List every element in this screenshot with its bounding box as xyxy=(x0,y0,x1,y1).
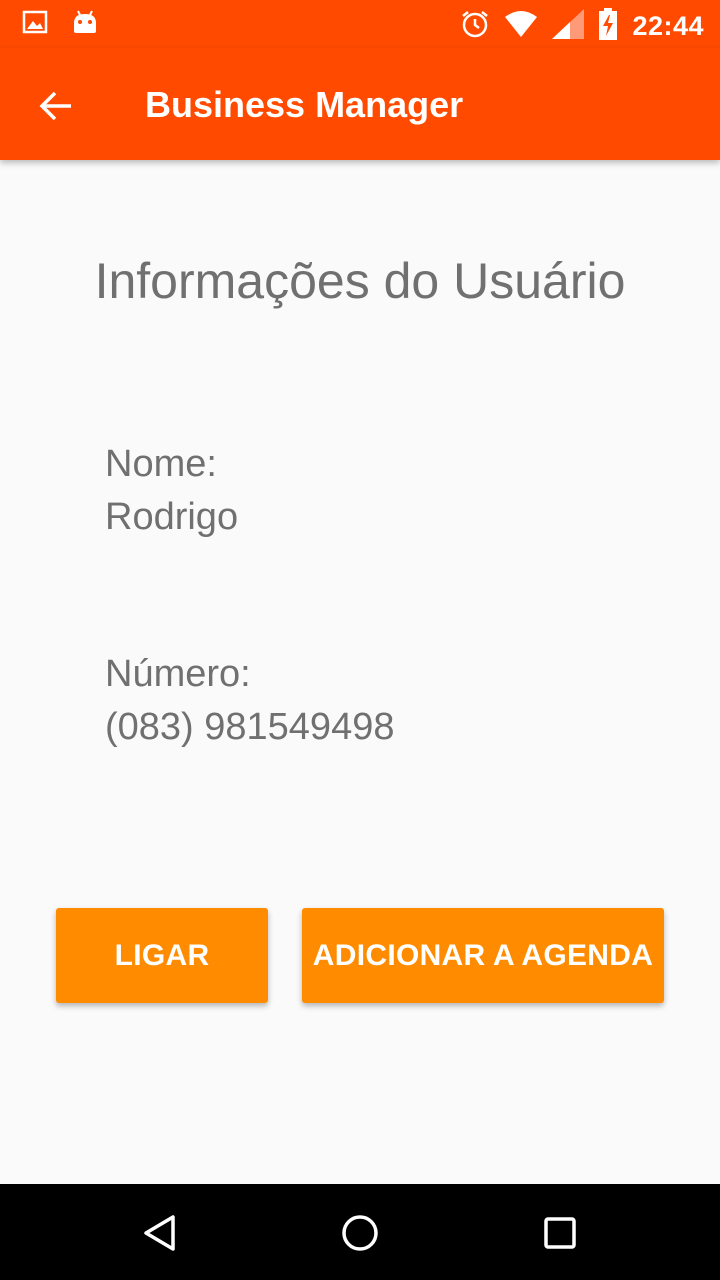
alarm-icon xyxy=(460,9,490,44)
battery-charging-icon xyxy=(598,8,618,45)
number-field: Número: (083) 981549498 xyxy=(105,648,394,754)
user-info-content: Informações do Usuário Nome: Rodrigo Núm… xyxy=(0,160,720,1184)
add-to-contacts-button[interactable]: ADICIONAR A AGENDA xyxy=(302,908,664,1003)
number-label: Número: xyxy=(105,653,251,695)
name-label: Nome: xyxy=(105,443,217,485)
home-circle-icon[interactable] xyxy=(335,1208,385,1258)
app-bar: Business Manager xyxy=(0,48,720,160)
wifi-icon xyxy=(504,10,538,43)
app-title: Business Manager xyxy=(145,84,464,125)
call-button[interactable]: LIGAR xyxy=(56,908,268,1003)
recents-square-icon[interactable] xyxy=(535,1208,585,1258)
image-icon xyxy=(22,9,48,40)
name-value: Rodrigo xyxy=(105,496,239,538)
status-bar: 22:44 xyxy=(0,0,720,48)
navigation-bar xyxy=(0,1184,720,1280)
name-field: Nome: Rodrigo xyxy=(105,438,238,544)
status-time: 22:44 xyxy=(632,11,704,41)
number-value: (083) 981549498 xyxy=(105,706,395,748)
arrow-back-icon[interactable] xyxy=(28,78,84,134)
android-icon xyxy=(72,9,98,40)
back-triangle-icon[interactable] xyxy=(135,1208,185,1258)
page-title: Informações do Usuário xyxy=(94,253,626,309)
signal-icon xyxy=(552,9,585,44)
